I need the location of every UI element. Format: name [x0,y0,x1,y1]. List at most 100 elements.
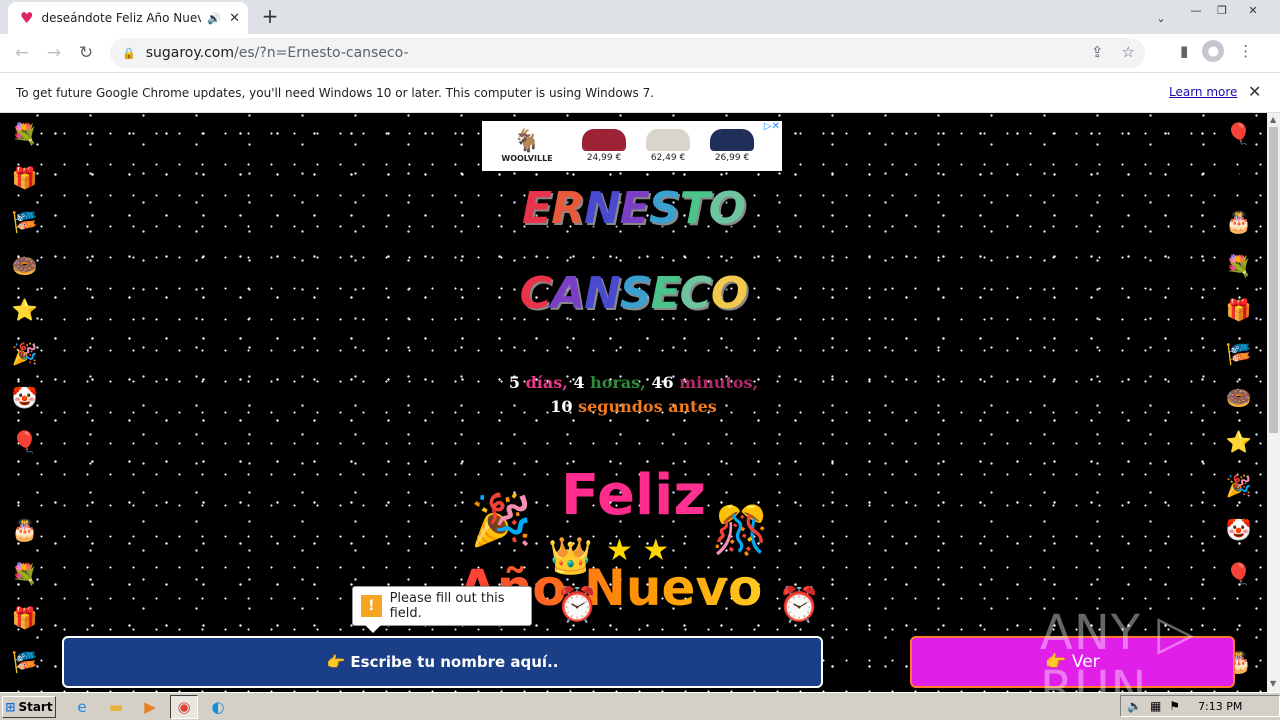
media-player-icon[interactable]: ▶ [136,695,164,719]
decoration-icon: 🎈 [1225,122,1253,146]
advertisement-banner[interactable]: 🐐 WOOLVILLE 24,99 € 62,49 € 26,99 € ▷✕ [482,121,782,171]
ad-brand-name: WOOLVILLE [501,153,553,163]
anyrun-watermark: ANY ▷ RUN [1040,605,1196,692]
name-letter: S [648,183,681,234]
scroll-up-icon[interactable]: ▲ [1270,115,1276,124]
file-explorer-icon[interactable]: ▬ [102,695,130,719]
name-letter: N [584,268,621,319]
decoration-icon: 🎏 [11,650,39,674]
share-icon[interactable]: ⇪ [1091,43,1104,61]
infobar-message: To get future Google Chrome updates, you… [16,85,655,100]
new-tab-button[interactable]: + [258,5,282,29]
scroll-thumb[interactable] [1269,127,1278,433]
url-domain: sugaroy.com [145,45,234,61]
scroll-down-icon[interactable]: ▼ [1270,679,1276,688]
ad-price: 62,49 € [650,153,686,163]
vertical-scrollbar[interactable]: ▲ ▼ [1267,113,1280,692]
last-name-heading: CANSECO [0,268,1267,319]
ad-choices-close-icon[interactable]: ▷✕ [764,121,780,132]
name-letter: E [650,268,681,319]
feliz-heading: Feliz [0,463,1267,528]
tab-strip: ♥ deseándote Feliz Año Nuevo 20 🔊 ✕ + ⌄ … [0,0,1280,34]
clock[interactable]: 7:13 PM [1198,700,1242,713]
page-content: 💐🎁🎏🍩⭐🎉🤡🎈❤🎂💐🎁🎏 🎈❤🎂💐🎁🎏🍩⭐🎉🤡🎈❤🎂 🐐WOOLVILLE 2… [0,113,1267,692]
name-letter: O [708,183,746,234]
system-tray: 🔈 ▦ ⚑ 7:13 PM [1120,695,1280,717]
slipper-image [646,129,690,151]
menu-kebab-icon[interactable]: ⋮ [1238,42,1253,60]
side-panel-icon[interactable]: ▮ [1180,42,1188,60]
countdown-minutes: 46 [651,373,674,392]
first-name-heading: ERNESTO [0,183,1267,234]
countdown-hours-label: horas, [590,373,646,392]
tab-search-icon[interactable]: ⌄ [1152,8,1170,28]
name-letter: T [679,183,710,234]
countdown-minutes-label: minutos, [679,373,759,392]
close-tab-icon[interactable]: ✕ [229,11,240,26]
countdown-hours: 4 [573,373,585,392]
countdown-text: 5 días, 4 horas, 46 minutos, 10 segundos… [0,371,1267,419]
countdown-seconds: 10 [550,397,573,416]
name-letter: S [619,268,652,319]
volume-icon[interactable]: 🔈 [1127,699,1142,713]
decoration-icon: ⭐ [1225,430,1253,454]
ad-product[interactable]: 26,99 € [700,129,764,163]
windows-logo-icon: ⊞ [5,699,16,714]
countdown-days: 5 [508,373,520,392]
slipper-image [710,129,754,151]
ad-brand: 🐐 WOOLVILLE [482,128,572,163]
alarm-clock-icon: ⏰ [778,585,821,625]
learn-more-link[interactable]: Learn more [1169,85,1237,99]
name-letter: A [550,268,585,319]
profile-avatar[interactable]: ● [1202,40,1225,62]
slipper-image [582,129,626,151]
tooltip-text: Please fill out this field. [389,591,505,621]
name-letter: C [519,268,552,319]
infobar-close-icon[interactable]: ✕ [1248,82,1261,101]
heart-favicon-icon: ♥ [20,9,34,27]
speaker-icon[interactable]: 🔊 [207,12,221,25]
decoration-icon: 💐 [11,122,39,146]
start-button[interactable]: ⊞ Start [2,695,56,718]
decoration-icon: 🎏 [1225,342,1253,366]
minimize-icon[interactable]: — [1184,0,1208,20]
countdown-days-label: días, [525,373,568,392]
edge-icon[interactable]: ◐ [204,695,232,719]
update-infobar: To get future Google Chrome updates, you… [0,72,1280,113]
ad-product[interactable]: 24,99 € [572,129,636,163]
name-letter: C [679,268,712,319]
lock-icon[interactable]: 🔒 [122,47,136,60]
network-icon[interactable]: ▦ [1150,699,1161,713]
reload-icon[interactable]: ↻ [70,43,102,63]
restore-icon[interactable]: ❐ [1210,0,1234,20]
action-center-flag-icon[interactable]: ⚑ [1169,699,1180,713]
decoration-icon: 💐 [11,562,39,586]
warning-icon: ! [361,595,382,617]
start-label: Start [18,699,53,714]
alarm-clock-icon: ⏰ [556,585,599,625]
tab-title: deseándote Feliz Año Nuevo 20 [41,11,202,25]
url-path: /es/?n=Ernesto-canseco- [234,45,409,61]
back-icon[interactable]: ← [6,43,38,63]
name-letter: R [551,183,585,234]
decoration-icon: 🎁 [11,606,39,630]
bookmark-star-icon[interactable]: ☆ [1122,43,1135,61]
decoration-icon: 🎈 [1225,562,1253,586]
window-close-icon[interactable]: ✕ [1238,0,1268,20]
decoration-icon: 🎉 [11,342,39,366]
name-letter: E [619,183,650,234]
forward-icon[interactable]: → [38,43,70,63]
tab-active[interactable]: ♥ deseándote Feliz Año Nuevo 20 🔊 ✕ [8,2,248,34]
name-entry-button[interactable]: 👉 Escribe tu nombre aquí.. [62,636,823,688]
sheep-logo-icon: 🐐 [513,128,541,154]
name-letter: N [583,183,621,234]
ad-price: 24,99 € [586,153,622,163]
ad-product[interactable]: 62,49 € [636,129,700,163]
address-bar[interactable]: 🔒 sugaroy.com/es/?n=Ernesto-canseco- ⇪ ☆ [110,38,1145,68]
toolbar: ← → ↻ 🔒 sugaroy.com/es/?n=Ernesto-cansec… [0,34,1280,72]
ad-price: 26,99 € [714,153,750,163]
decoration-icon: 🎈 [11,430,39,454]
chrome-taskbar-icon[interactable]: ◉ [170,694,198,719]
internet-explorer-icon[interactable]: e [68,695,96,719]
url-text: sugaroy.com/es/?n=Ernesto-canseco- [146,45,409,61]
